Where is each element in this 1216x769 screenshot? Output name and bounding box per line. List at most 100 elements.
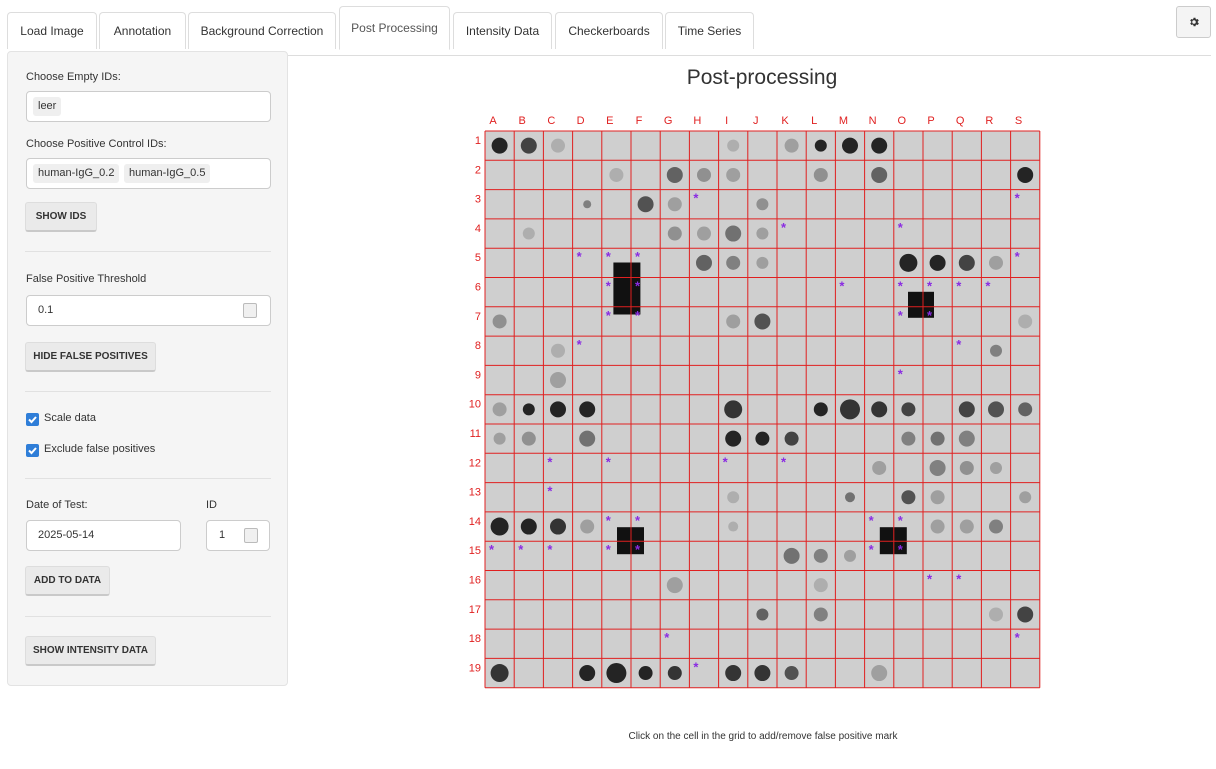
spot [958,430,975,447]
date-input[interactable]: 2025-05-14 [26,520,181,551]
spot [1017,166,1034,183]
tab-load-image[interactable]: Load Image [7,12,97,49]
tab-checkerboards[interactable]: Checkerboards [555,12,663,49]
spot [872,460,887,475]
show-ids-button[interactable]: SHOW IDS [25,202,97,232]
spot [550,518,566,535]
spot [813,167,828,182]
spot [756,256,769,269]
column-label: L [811,115,817,127]
spot [583,200,592,209]
row-label: 2 [475,164,481,176]
column-label: F [636,115,643,127]
column-label: D [577,115,585,127]
exclude-false-positives-checkbox[interactable] [26,444,39,457]
spot [579,430,596,447]
show-intensity-data-button[interactable]: SHOW INTENSITY DATA [25,636,156,666]
spot [929,254,946,271]
tab-time-series[interactable]: Time Series [665,12,754,49]
row-label: 7 [475,311,481,323]
add-to-data-button[interactable]: ADD TO DATA [25,566,110,596]
spot [520,518,537,535]
checkmark-icon [28,416,37,424]
id-input[interactable]: 1 [206,520,270,551]
number-stepper[interactable] [244,528,258,543]
membrane-background [485,131,1040,688]
number-stepper[interactable] [243,303,257,318]
spot [783,547,800,564]
plot-title: Post-processing [686,66,838,89]
spot [550,372,566,389]
spot [726,167,741,182]
tab-background-correction[interactable]: Background Correction [188,12,336,49]
spot [814,139,827,152]
row-label: 8 [475,340,481,352]
spot [725,225,742,242]
settings-button[interactable] [1176,6,1211,38]
spot [930,490,945,505]
spot [1018,402,1033,417]
plot-hint: Click on the cell in the grid to add/rem… [628,731,898,742]
spot [958,254,975,271]
spot [551,343,565,358]
tab-post-processing[interactable]: Post Processing [339,6,450,50]
tab-annotation[interactable]: Annotation [99,12,186,49]
id-value: 1 [219,529,226,541]
positive-id-chip[interactable]: human-IgG_0.5 [124,164,211,183]
column-label: Q [956,115,965,127]
row-label: 10 [469,399,481,411]
spot [1017,606,1034,623]
column-label: R [985,115,993,127]
row-label: 6 [475,282,481,294]
spot [727,139,740,152]
spot [726,255,741,270]
positive-ids-select[interactable]: human-IgG_0.2 human-IgG_0.5 [26,158,271,189]
spot [697,226,711,241]
spot [813,402,828,417]
id-label: ID [206,499,217,511]
spot [813,578,828,593]
spot [871,401,888,418]
row-label: 15 [469,545,481,557]
date-label: Date of Test: [26,499,88,511]
column-label: P [927,115,934,127]
exclude-false-positives-label: Exclude false positives [44,443,156,455]
fp-threshold-input[interactable]: 0.1 [26,295,271,326]
spot [492,314,507,329]
row-label: 14 [469,516,481,528]
empty-id-chip[interactable]: leer [33,97,62,116]
array-grid-plot[interactable]: A B C D E F G H I J K L M N O P Q R S123456789101112131415… [455,103,1055,703]
divider [25,391,271,392]
row-label: 18 [469,633,481,645]
empty-ids-label: Choose Empty IDs: [26,71,121,83]
scale-data-checkbox[interactable] [26,413,39,426]
hide-false-positives-button[interactable]: HIDE FALSE POSITIVES [25,342,156,372]
spot [520,137,537,154]
column-label: H [693,115,701,127]
divider [25,251,271,252]
spot [930,431,945,446]
spot [990,461,1002,474]
row-label: 17 [469,604,481,616]
spot [756,608,769,621]
empty-ids-select[interactable]: leer [26,91,271,122]
spot [871,166,888,183]
spot [754,313,771,330]
fp-threshold-value: 0.1 [38,304,54,316]
spot [609,167,624,182]
spot [756,198,769,211]
spot [638,666,653,681]
spot [637,196,654,213]
spot [989,255,1003,270]
spot [579,665,596,682]
column-label: K [781,115,789,127]
spot [667,197,682,212]
tab-intensity-data[interactable]: Intensity Data [453,12,552,49]
column-label: B [519,115,526,127]
spot [667,226,682,241]
positive-id-chip[interactable]: human-IgG_0.2 [33,164,120,183]
spot [755,431,770,446]
sidebar-panel: Choose Empty IDs: leer Choose Positive C… [7,51,288,686]
row-label: 13 [469,487,481,499]
spot [522,403,535,416]
